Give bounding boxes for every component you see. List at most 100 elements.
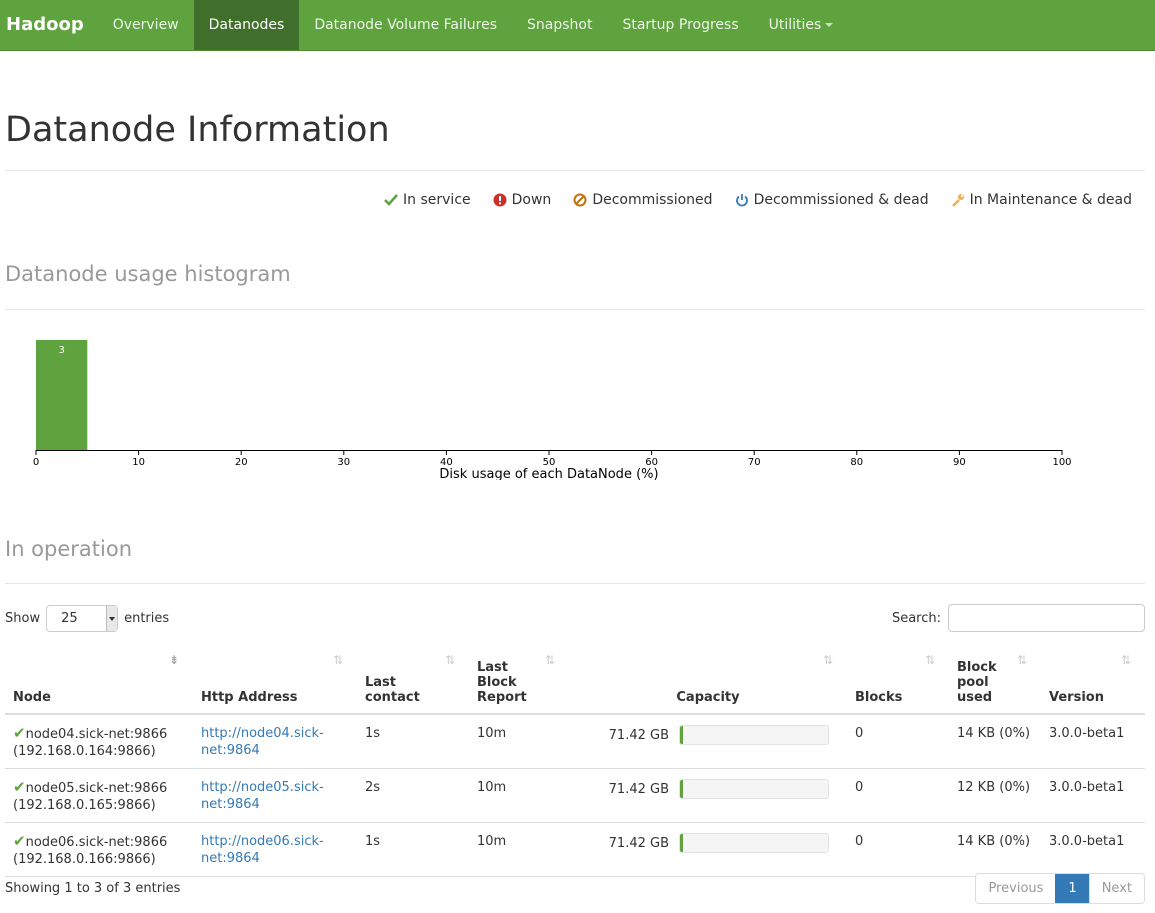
entries-label: entries [124,611,170,626]
table-row: ✔node04.sick-net:9866 (192.168.0.164:9866… [5,714,1145,769]
check-icon [384,194,399,206]
table-row: ✔node06.sick-net:9866 (192.168.0.166:9866… [5,822,1145,877]
sort-icon: ⇅ [1120,653,1131,667]
exclamation-circle-icon [493,193,507,207]
page-button[interactable]: 1 [1055,874,1089,903]
chevron-down-icon [825,23,834,27]
capacity-cell: 71.42 GB [577,833,839,853]
col-http-address[interactable]: Http Address ⇅ [193,645,357,715]
power-icon [735,194,748,207]
node-ip: (192.168.0.166:9866) [13,852,156,867]
search-input[interactable] [948,604,1145,632]
http-address-link[interactable]: http://node06.sick-net:9864 [201,833,326,867]
node-ip: (192.168.0.165:9866) [13,798,156,813]
col-http-label: Http Address [201,690,298,705]
capacity-bar [679,833,829,853]
entries-select[interactable]: 25 [46,605,119,632]
blocks: 0 [847,768,949,823]
check-icon: ✔ [13,832,26,850]
next-button[interactable]: Next [1088,874,1144,903]
col-block-pool-used[interactable]: Block pool used ⇅ [949,645,1041,715]
capacity-cell: 71.42 GB [577,779,839,799]
capacity-bar-fill [680,726,683,744]
x-tick-label: 20 [235,457,248,468]
version: 3.0.0-beta1 [1041,822,1145,877]
http-address-link[interactable]: http://node04.sick-net:9864 [201,725,326,759]
node-ip: (192.168.0.164:9866) [13,744,156,759]
legend-decommissioned: Decommissioned [573,192,713,208]
nav-overview[interactable]: Overview [98,0,194,50]
sort-icon: ⇅ [822,653,833,667]
legend-decommissioned-dead: Decommissioned & dead [735,192,929,208]
pagination: Previous 1 Next [975,873,1145,904]
node-cell: ✔node04.sick-net:9866 (192.168.0.164:9866… [5,714,193,769]
col-last-block-report[interactable]: Last Block Report ⇅ [469,645,569,715]
col-blocks-label: Blocks [855,690,903,705]
capacity-value: 71.42 GB [608,727,669,743]
search-label: Search: [891,610,941,626]
nav-snapshot[interactable]: Snapshot [512,0,607,50]
block-pool-used: 14 KB (0%) [949,822,1041,877]
histogram-bar-label: 3 [58,345,64,356]
sort-icon: ⇅ [444,653,455,667]
x-tick-label: 90 [953,457,966,468]
show-label: Show [5,611,41,626]
node-cell: ✔node06.sick-net:9866 (192.168.0.166:9866… [5,822,193,877]
legend-in-service: In service [384,192,471,208]
nav-startup-progress[interactable]: Startup Progress [607,0,753,50]
legend-label: In Maintenance & dead [969,192,1132,208]
status-legend: In service Down Decommissioned Decommiss… [384,192,1132,208]
sort-icon: ⇅ [1016,653,1027,667]
col-version[interactable]: Version ⇅ [1041,645,1145,715]
http-address-link[interactable]: http://node05.sick-net:9864 [201,779,326,813]
col-last-contact[interactable]: Last contact ⇅ [357,645,469,715]
table-info: Showing 1 to 3 of 3 entries [5,881,181,896]
capacity-cell: 71.42 GB [577,725,839,745]
col-capacity[interactable]: Capacity ⇅ [569,645,847,715]
col-node[interactable]: Node ⇟ [5,645,193,715]
page-title: Datanode Information [5,110,390,150]
sort-icon: ⇅ [332,653,343,667]
legend-maintenance-dead: In Maintenance & dead [951,192,1132,208]
ban-icon [573,193,587,207]
block-pool-used: 12 KB (0%) [949,768,1041,823]
capacity-bar [679,725,829,745]
nav-datanodes[interactable]: Datanodes [193,0,300,50]
nav-utilities[interactable]: Utilities [754,0,849,50]
version: 3.0.0-beta1 [1041,714,1145,769]
legend-label: Decommissioned [592,192,713,208]
last-block-report: 10m [469,768,569,823]
node-name: node05.sick-net:9866 [25,781,168,796]
histogram-title: Datanode usage histogram [5,262,291,286]
node-name: node06.sick-net:9866 [25,835,168,850]
last-contact: 1s [357,822,469,877]
col-version-label: Version [1049,690,1104,705]
sort-asc-icon: ⇟ [168,653,179,667]
check-icon: ✔ [13,724,26,742]
col-blocks[interactable]: Blocks ⇅ [847,645,949,715]
nav-datanode-volume-failures[interactable]: Datanode Volume Failures [299,0,512,50]
last-contact: 2s [357,768,469,823]
col-node-label: Node [13,690,51,705]
last-block-report: 10m [469,822,569,877]
version: 3.0.0-beta1 [1041,768,1145,823]
col-last-contact-label: Last contact [365,675,420,705]
check-icon: ✔ [13,778,26,796]
divider [5,170,1145,171]
node-cell: ✔node05.sick-net:9866 (192.168.0.165:9866… [5,768,193,823]
x-tick-label: 80 [850,457,863,468]
node-name: node04.sick-net:9866 [25,727,168,742]
previous-button[interactable]: Previous [976,874,1056,903]
last-block-report: 10m [469,714,569,769]
divider [5,309,1145,310]
table-row: ✔node05.sick-net:9866 (192.168.0.165:9866… [5,768,1145,823]
col-block-pool-used-label: Block pool used [957,660,997,705]
brand-logo[interactable]: Hadoop [0,0,98,50]
x-tick-label: 100 [1052,457,1071,468]
table-search: Search: [892,604,1145,632]
x-axis-label: Disk usage of each DataNode (%) [439,467,658,480]
usage-histogram-chart: 30 10 20 30 40 50 60 70 80 90 100Disk usage of eac… [33,340,1072,480]
divider [5,583,1145,584]
entries-select-value: 25 [61,611,78,626]
legend-label: Decommissioned & dead [753,192,929,208]
